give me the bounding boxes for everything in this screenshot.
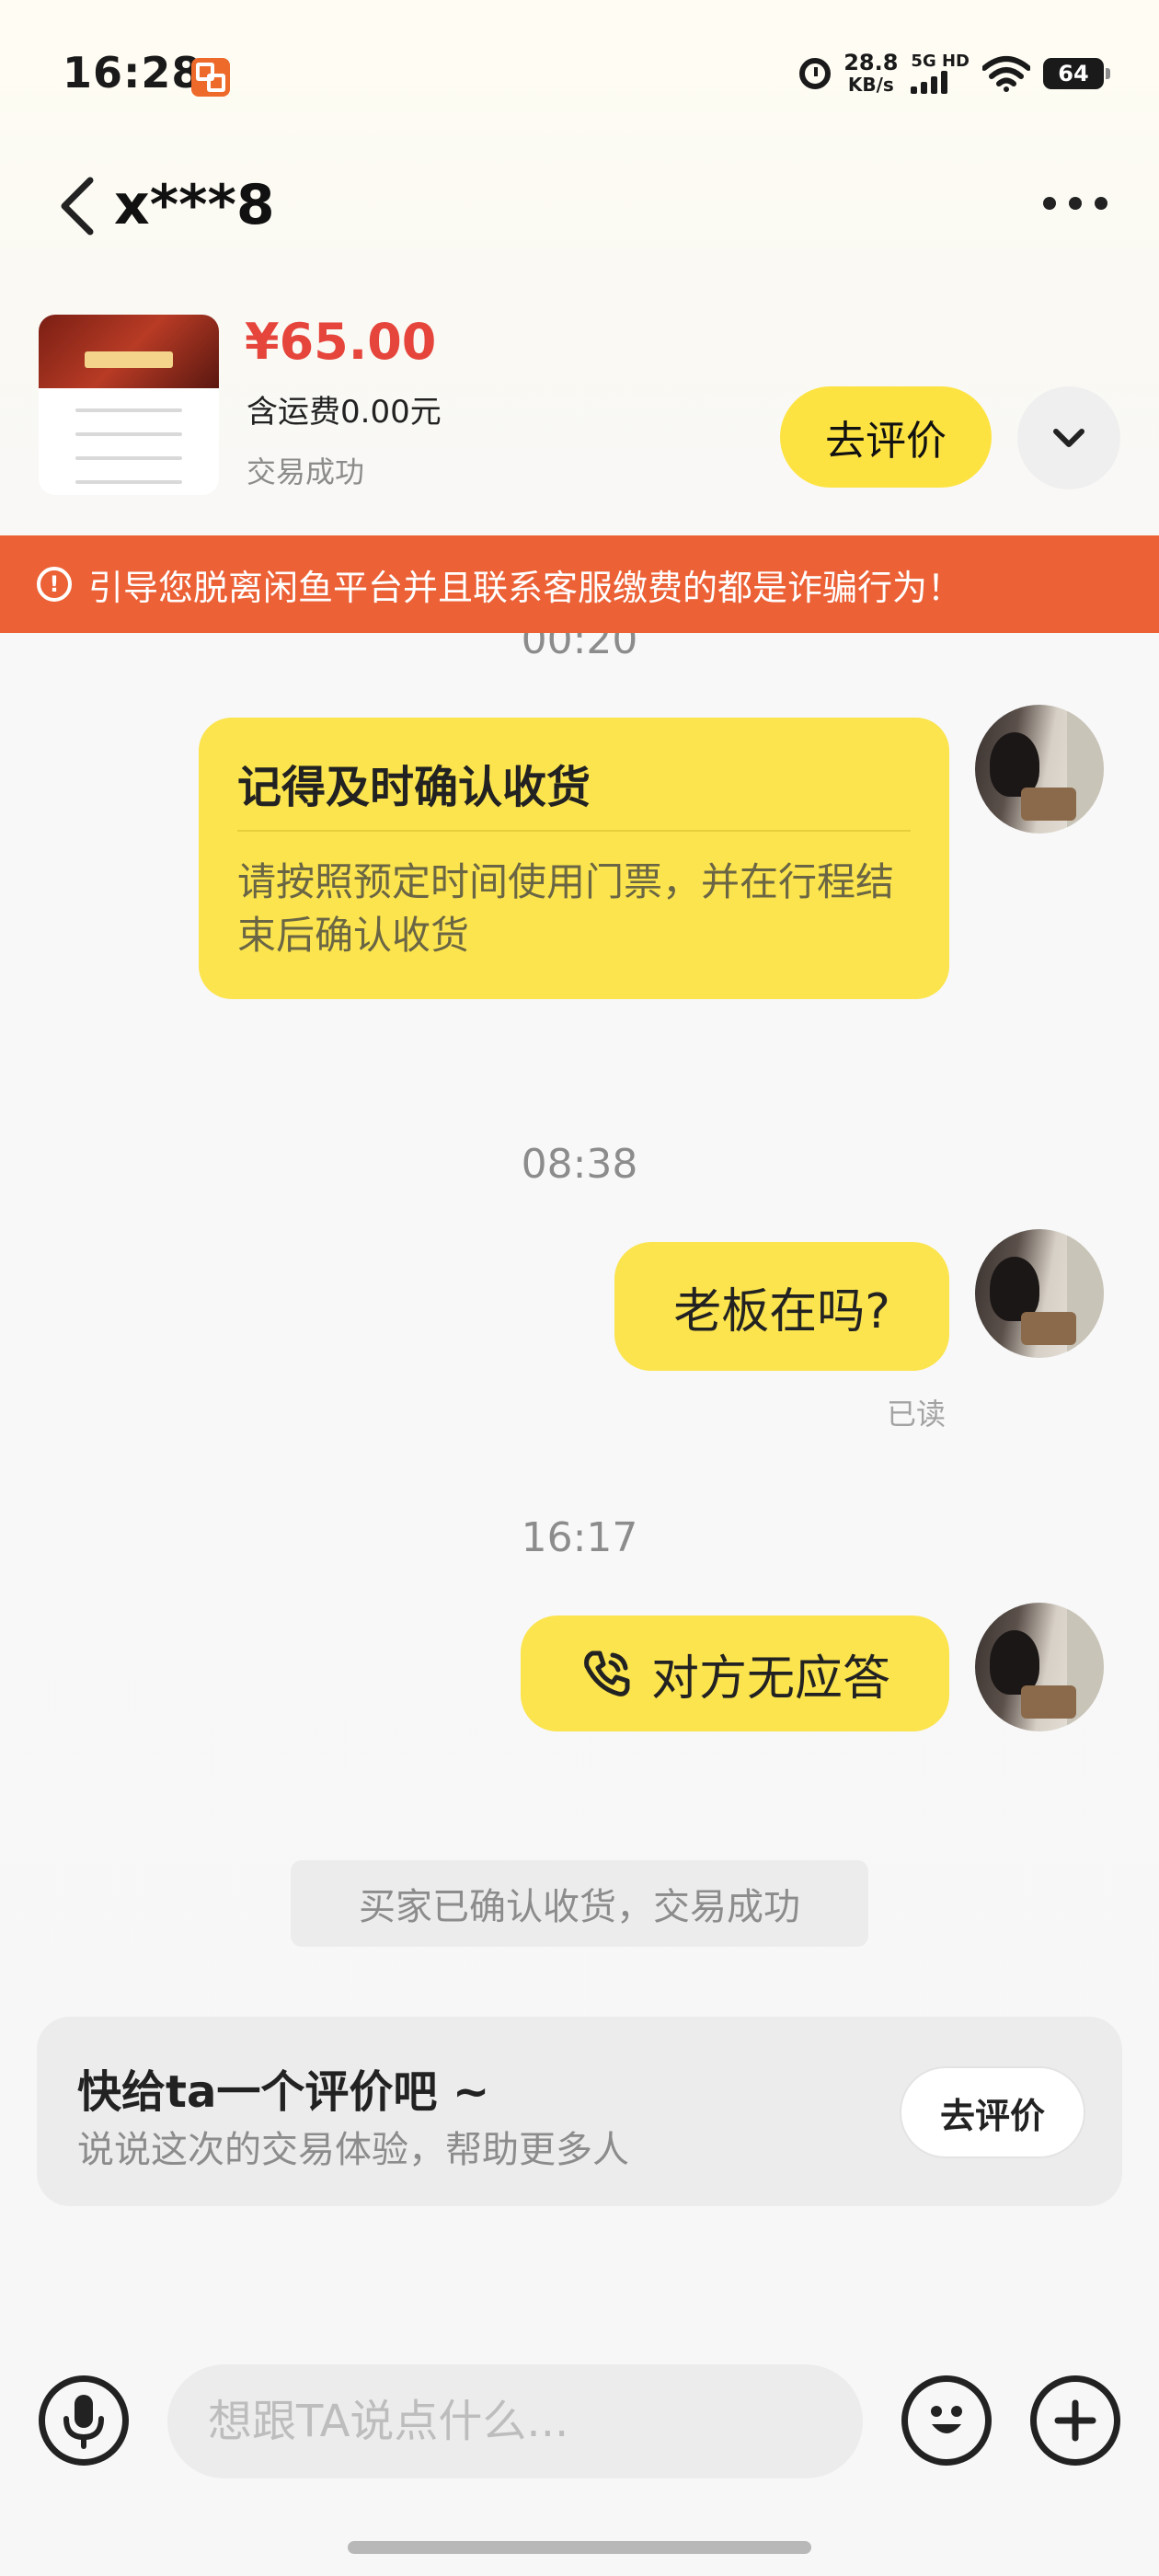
wifi-icon bbox=[982, 56, 1030, 92]
notice-body: 请按照预定时间使用门票，并在行程结束后确认收货 bbox=[237, 859, 895, 958]
battery-icon: 64 bbox=[1043, 58, 1110, 89]
shipping-fee: 含运费0.00元 bbox=[247, 394, 442, 431]
microphone-icon bbox=[63, 2395, 104, 2449]
back-arrow-icon[interactable] bbox=[55, 177, 103, 236]
chevron-down-icon bbox=[1053, 429, 1084, 447]
plus-icon bbox=[1054, 2399, 1096, 2442]
warning-text: 引导您脱离闲鱼平台并且联系客服缴费的都是诈骗行为！ bbox=[88, 567, 963, 608]
emoji-icon bbox=[931, 2406, 962, 2433]
product-thumbnail[interactable] bbox=[39, 315, 219, 495]
battery-level: 64 bbox=[1058, 61, 1089, 86]
net-speed: 28.8 KB/s bbox=[843, 52, 898, 96]
avatar[interactable] bbox=[975, 1603, 1104, 1731]
rating-title: 快给ta一个评价吧 ~ bbox=[77, 2066, 490, 2118]
peer-name: x***8 bbox=[114, 173, 275, 237]
signal-label: 5G HD bbox=[911, 52, 970, 71]
product-price: ¥65.00 bbox=[245, 313, 437, 371]
home-indicator[interactable] bbox=[348, 2541, 811, 2554]
avatar[interactable] bbox=[975, 705, 1104, 834]
warning-icon: ! bbox=[37, 567, 72, 602]
alarm-icon bbox=[799, 58, 832, 89]
fraud-warning-overlay: ! 引导您脱离闲鱼平台并且联系客服缴费的都是诈骗行为！ bbox=[0, 535, 1159, 633]
net-speed-unit: KB/s bbox=[847, 74, 894, 96]
notice-divider bbox=[237, 830, 911, 832]
read-status: 已读 bbox=[887, 1397, 947, 1432]
review-button[interactable]: 去评价 bbox=[780, 386, 992, 488]
call-status-text: 对方无应答 bbox=[650, 1650, 890, 1707]
status-time: 16:28 bbox=[63, 48, 202, 98]
add-button[interactable] bbox=[1030, 2375, 1120, 2466]
phone-call-icon bbox=[584, 1650, 630, 1696]
timestamp: 16:17 bbox=[521, 1514, 638, 1561]
rating-subtitle: 说说这次的交易体验，帮助更多人 bbox=[77, 2129, 629, 2171]
emoji-button[interactable] bbox=[901, 2375, 992, 2466]
system-message: 买家已确认收货，交易成功 bbox=[291, 1860, 868, 1947]
timestamp: 08:38 bbox=[521, 1141, 638, 1188]
rate-button[interactable]: 去评价 bbox=[900, 2066, 1085, 2158]
avatar[interactable] bbox=[975, 1229, 1104, 1358]
signal-icon: 5G HD bbox=[911, 53, 970, 94]
rating-prompt-card: 快给ta一个评价吧 ~ 说说这次的交易体验，帮助更多人 去评价 bbox=[37, 2017, 1122, 2206]
confirm-receipt-notice: 记得及时确认收货 请按照预定时间使用门票，并在行程结束后确认收货 bbox=[199, 718, 949, 999]
notice-title: 记得及时确认收货 bbox=[237, 762, 591, 813]
call-record-bubble[interactable]: 对方无应答 bbox=[521, 1616, 949, 1731]
voice-input-button[interactable] bbox=[39, 2375, 129, 2466]
message-input[interactable] bbox=[167, 2364, 863, 2478]
net-speed-value: 28.8 bbox=[843, 50, 899, 75]
expand-button[interactable] bbox=[1017, 386, 1120, 489]
status-icons: 28.8 KB/s 5G HD 64 bbox=[799, 52, 1110, 96]
trade-status: 交易成功 bbox=[247, 454, 365, 489]
message-bubble[interactable]: 老板在吗? bbox=[614, 1242, 949, 1371]
more-options-icon[interactable] bbox=[1043, 197, 1107, 210]
app-badge-icon bbox=[191, 58, 230, 97]
